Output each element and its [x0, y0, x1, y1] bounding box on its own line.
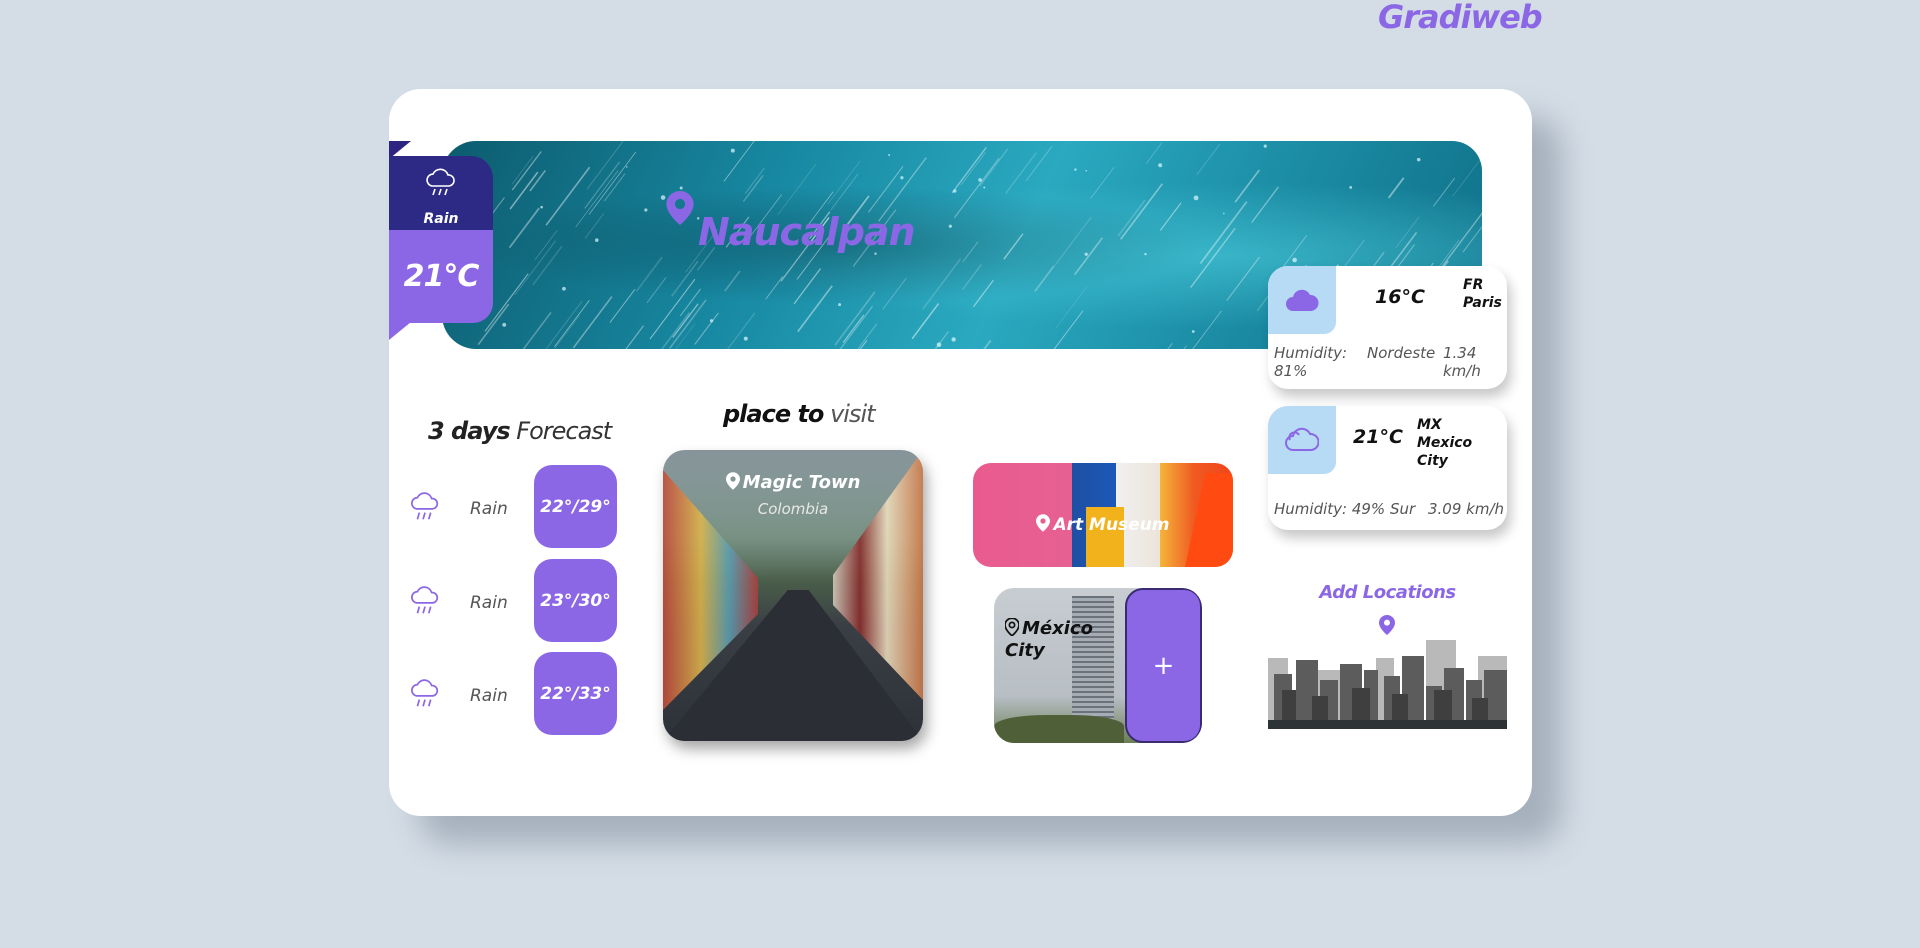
rain-cloud-icon	[426, 168, 455, 196]
rain-cloud-icon	[411, 492, 439, 520]
city-humidity: Humidity: 49%	[1274, 500, 1386, 518]
location-pin-icon	[1036, 514, 1051, 532]
add-place-button[interactable]: +	[1125, 588, 1202, 743]
place-name: México City	[1005, 618, 1093, 661]
condition-label: Rain	[423, 211, 459, 227]
weather-icon-box	[1268, 266, 1336, 334]
forecast-temperature-range: 22°/29°	[534, 465, 617, 548]
forecast-temperature-range: 22°/33°	[534, 652, 617, 735]
current-temperature: 21°C	[389, 230, 493, 323]
place-name: Art Museum	[973, 514, 1233, 535]
city-wind-speed: 3.09 km/h	[1428, 500, 1505, 518]
cloud-outline-icon	[1285, 427, 1319, 451]
current-weather-tab: Rain 21°C	[389, 141, 493, 340]
city-temperature: 16°C	[1375, 286, 1425, 308]
forecast-title: 3 days Forecast	[428, 417, 612, 445]
hero-city-name: Naucalpan	[698, 210, 916, 254]
forecast-row: Rain 23°/30°	[408, 559, 618, 643]
place-card-art-museum[interactable]: Art Museum	[973, 463, 1233, 567]
forecast-row: Rain 22°/33°	[408, 652, 618, 736]
place-country: Colombia	[757, 500, 829, 518]
location-pin-icon	[725, 472, 740, 490]
city-card-mexico-city[interactable]: 21°C MX Mexico City Humidity: 49% Sur 3.0…	[1268, 406, 1507, 530]
weather-icon-box	[1268, 406, 1336, 474]
city-card-paris[interactable]: 16°C FR Paris Humidity: 81% Nordeste 1.34…	[1268, 266, 1507, 389]
city-wind-speed: 1.34 km/h	[1443, 344, 1481, 380]
city-humidity: Humidity: 81%	[1274, 344, 1348, 380]
location-pin-icon	[1379, 615, 1395, 635]
place-card-mexico-city[interactable]: México City +	[994, 588, 1202, 743]
rain-cloud-icon	[411, 679, 439, 707]
location-pin-icon	[1005, 618, 1019, 636]
city-wind-direction: Nordeste	[1367, 344, 1436, 362]
cloud-icon	[1286, 289, 1319, 311]
place-name: Magic Town	[663, 472, 923, 493]
forecast-condition: Rain	[470, 686, 508, 706]
add-locations-link[interactable]: Add Locations	[1268, 582, 1507, 603]
place-card-magic-town[interactable]: Magic Town Colombia	[663, 450, 923, 741]
places-title: place to visit	[723, 400, 876, 428]
city-skyline-illustration	[1268, 640, 1507, 729]
city-temperature: 21°C	[1353, 426, 1403, 448]
city-location: FR Paris	[1463, 277, 1502, 311]
location-pin-icon	[666, 191, 694, 225]
forecast-condition: Rain	[470, 593, 508, 613]
city-location: MX Mexico City	[1417, 417, 1473, 469]
forecast-temperature-range: 23°/30°	[534, 559, 617, 642]
rain-cloud-icon	[411, 586, 439, 614]
brand-logo: Gradiweb	[1378, 0, 1543, 36]
forecast-condition: Rain	[470, 499, 508, 519]
city-wind-direction: Sur	[1390, 500, 1416, 518]
forecast-row: Rain 22°/29°	[408, 465, 618, 549]
